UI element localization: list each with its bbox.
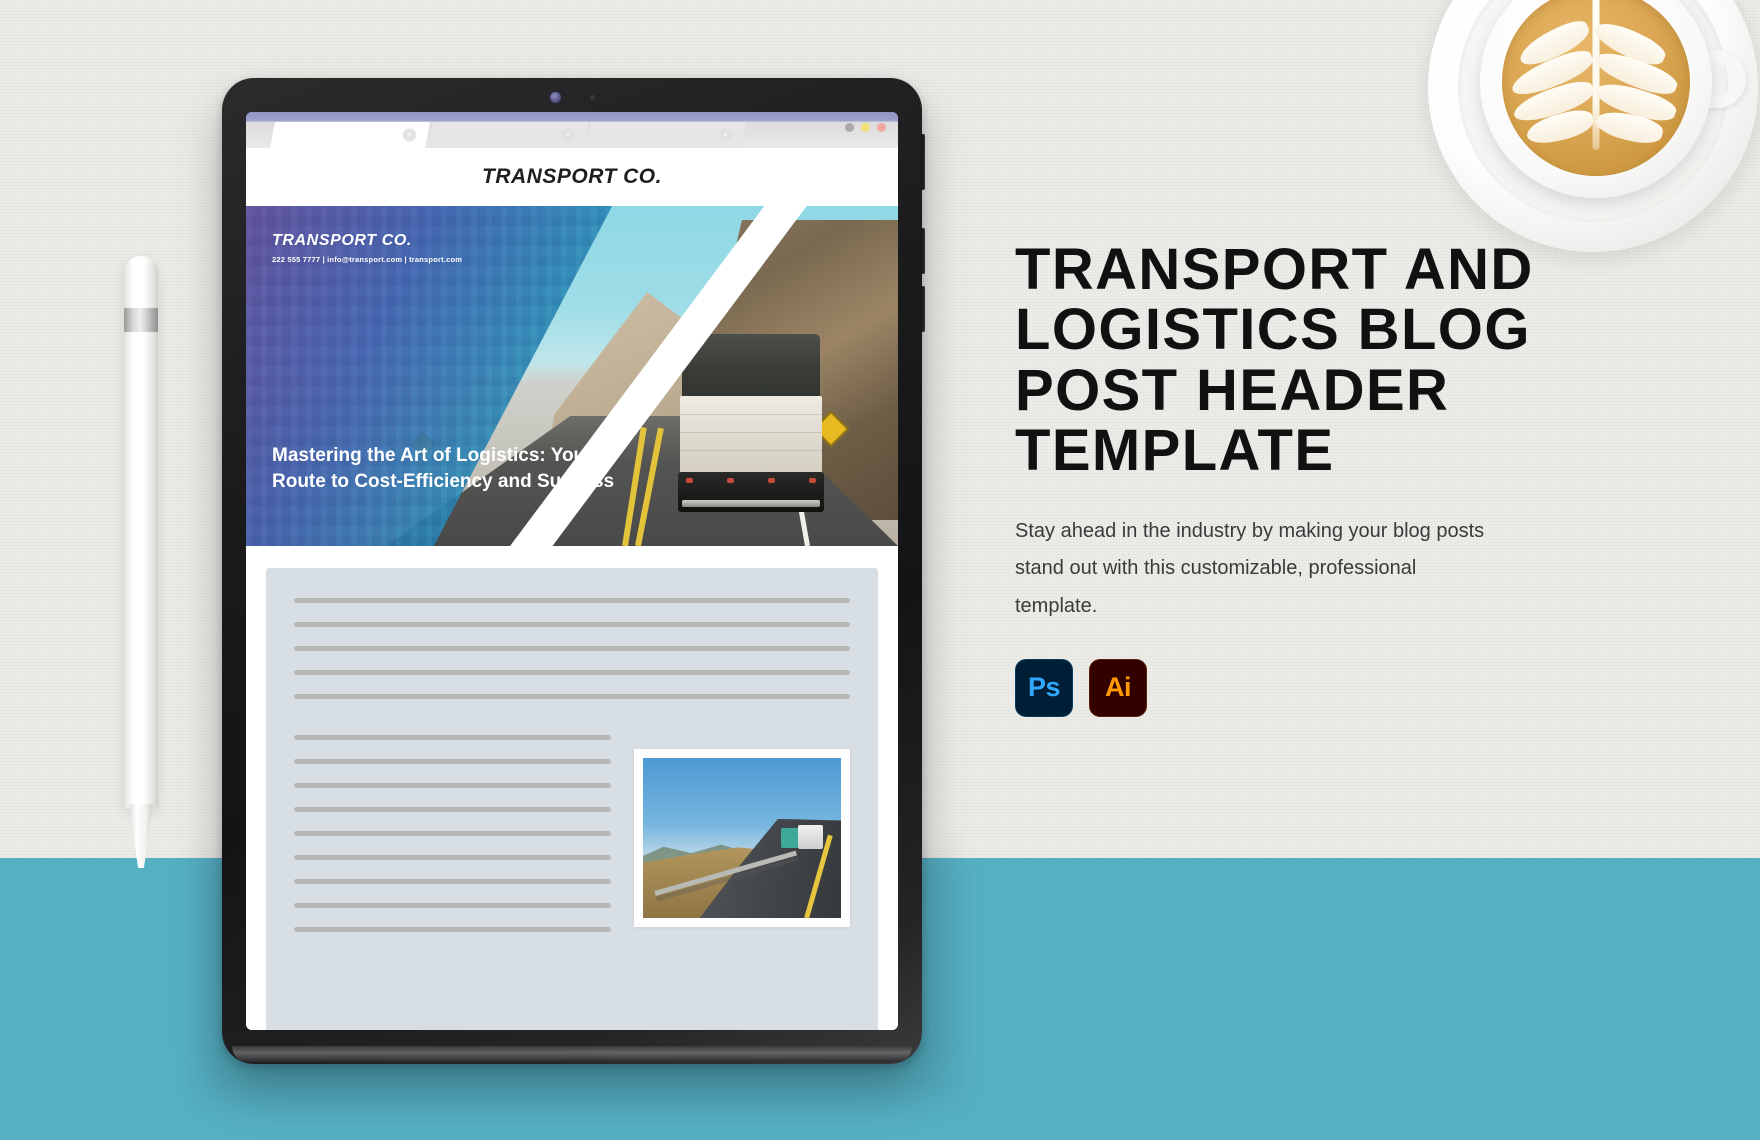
hero-brand-block: TRANSPORT CO. 222 555 7777 | info@transp… bbox=[272, 232, 637, 264]
close-tab-icon[interactable]: × bbox=[561, 129, 574, 142]
inset-photo-image bbox=[643, 758, 841, 918]
hero-headline: Mastering the Art of Logistics: Your Rou… bbox=[272, 445, 615, 492]
text-placeholder-line bbox=[294, 855, 611, 860]
tail-light-icon bbox=[768, 478, 775, 483]
tail-light-icon bbox=[809, 478, 816, 483]
tablet-bottom-edge bbox=[232, 1046, 912, 1062]
stylus-pen bbox=[124, 256, 158, 868]
tail-light-icon bbox=[727, 478, 734, 483]
article-placeholder-card bbox=[266, 568, 878, 1030]
page-description: Stay ahead in the industry by making you… bbox=[1015, 520, 1485, 617]
stylus-silver-band bbox=[124, 308, 158, 332]
software-badges: Ps Ai bbox=[1015, 658, 1535, 717]
browser-tab-2[interactable]: × bbox=[428, 122, 588, 148]
text-placeholder-line bbox=[294, 735, 611, 740]
close-tab-icon[interactable]: × bbox=[403, 129, 416, 142]
photo-truck bbox=[781, 825, 824, 851]
browser-tabbar: × × × bbox=[246, 122, 898, 148]
hero-banner: TRANSPORT CO. 222 555 7777 | info@transp… bbox=[246, 206, 898, 546]
photo-truck-trailer bbox=[798, 825, 824, 850]
front-camera-icon bbox=[550, 92, 561, 103]
truck-bumper bbox=[682, 500, 820, 507]
volume-up-button[interactable] bbox=[921, 228, 925, 274]
text-placeholder-line bbox=[294, 831, 611, 836]
tail-light-icon bbox=[686, 478, 693, 483]
illustrator-badge[interactable]: Ai bbox=[1089, 658, 1147, 717]
article-body bbox=[246, 546, 898, 1030]
ambient-sensor-icon bbox=[590, 95, 595, 100]
text-placeholder-line bbox=[294, 694, 850, 699]
article-second-block bbox=[294, 735, 850, 932]
text-placeholder-line bbox=[294, 670, 850, 675]
cargo-truck bbox=[676, 334, 826, 524]
text-placeholder-line bbox=[294, 646, 850, 651]
volume-down-button[interactable] bbox=[921, 286, 925, 332]
promo-panel: TRANSPORT AND LOGISTICS BLOG POST HEADER… bbox=[1015, 237, 1535, 717]
text-placeholder-line bbox=[294, 622, 850, 627]
browser-tab-3[interactable]: × bbox=[586, 122, 746, 148]
close-tab-icon[interactable]: × bbox=[719, 129, 732, 142]
minimize-dot-icon[interactable] bbox=[845, 123, 854, 132]
window-controls[interactable] bbox=[845, 123, 886, 132]
hero-contact-line: 222 555 7777 | info@transport.com | tran… bbox=[272, 255, 463, 264]
text-placeholder-line bbox=[294, 598, 850, 603]
text-placeholder-line bbox=[294, 903, 611, 908]
stylus-body bbox=[124, 256, 158, 808]
coffee-cup bbox=[1428, 0, 1760, 252]
scene: × × × TRANSPORT CO. TRANSPORT CO. 222 55… bbox=[0, 0, 1760, 1140]
photo-truck-cab bbox=[781, 828, 800, 849]
page-title: TRANSPORT AND LOGISTICS BLOG POST HEADER… bbox=[1015, 237, 1534, 483]
hero-brand: TRANSPORT CO. bbox=[272, 232, 412, 249]
text-placeholder-line bbox=[294, 807, 611, 812]
close-dot-icon[interactable] bbox=[877, 123, 886, 132]
tablet-device: × × × TRANSPORT CO. TRANSPORT CO. 222 55… bbox=[222, 78, 925, 1064]
truck-cargo-box bbox=[680, 396, 822, 474]
site-brand: TRANSPORT CO. bbox=[482, 165, 662, 188]
text-placeholder-line bbox=[294, 759, 611, 764]
text-placeholder-line bbox=[294, 783, 611, 788]
truck-tail-lights bbox=[686, 478, 816, 483]
text-placeholder-line bbox=[294, 927, 611, 932]
tablet-screen: × × × TRANSPORT CO. TRANSPORT CO. 222 55… bbox=[246, 112, 898, 1030]
maximize-dot-icon[interactable] bbox=[861, 123, 870, 132]
browser-chrome: × × × bbox=[246, 112, 898, 148]
site-header: TRANSPORT CO. bbox=[246, 148, 898, 206]
power-button[interactable] bbox=[921, 134, 925, 190]
photoshop-badge[interactable]: Ps bbox=[1015, 658, 1073, 717]
stylus-tip bbox=[129, 804, 153, 868]
browser-tab-1[interactable]: × bbox=[270, 122, 430, 148]
text-placeholder-line bbox=[294, 879, 611, 884]
article-inset-photo bbox=[634, 749, 850, 927]
